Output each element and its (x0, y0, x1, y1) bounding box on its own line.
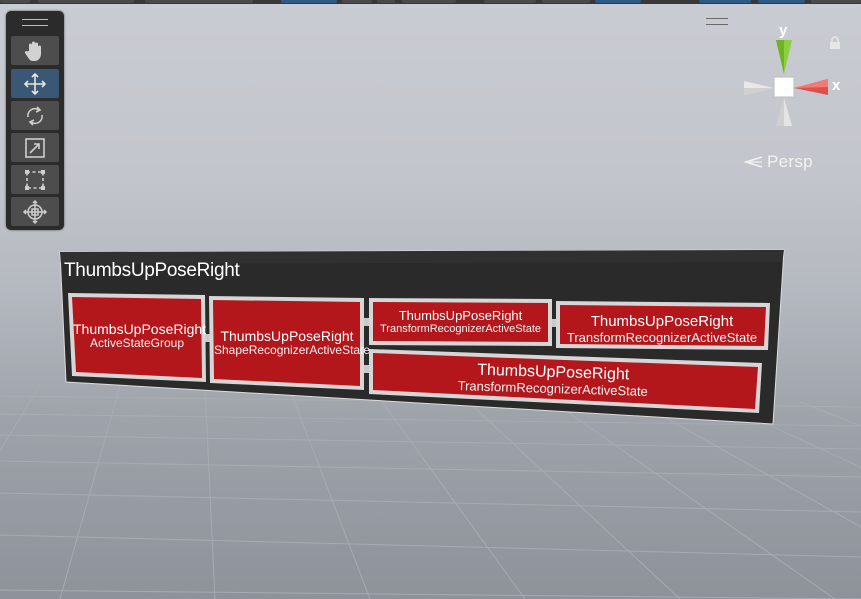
rect-tool-icon (25, 169, 45, 190)
card-title: ThumbsUpPoseRight (398, 308, 523, 323)
card-subtitle: TransformRecognizerActiveState (566, 329, 758, 345)
projection-toggle[interactable]: Persp (744, 152, 813, 172)
scene-viewport[interactable]: ThumbsUpPoseRight ThumbsUpPoseRight Acti… (0, 0, 861, 599)
orientation-gizmo[interactable]: y x Persp (706, 18, 848, 174)
gizmo-menu-icon[interactable] (706, 18, 728, 25)
transform-tool-button[interactable] (11, 197, 59, 226)
scale-tool-icon (25, 137, 45, 158)
card-title: ThumbsUpPoseRight (73, 321, 207, 337)
card-title: ThumbsUpPoseRight (590, 313, 734, 330)
card-subtitle: TransformRecognizerActiveState (380, 323, 541, 336)
rotate-tool-icon (27, 105, 43, 126)
rect-tool-button[interactable] (11, 165, 59, 194)
rotate-tool-button[interactable] (11, 101, 59, 130)
card-label-transform-recognizer-2: ThumbsUpPoseRight TransformRecognizerAct… (560, 313, 764, 345)
gizmo-y-label: y (779, 22, 788, 39)
scale-tool-button[interactable] (11, 133, 59, 162)
hand-tool-icon (24, 41, 41, 61)
transform-tool-icon (22, 199, 48, 224)
hand-tool-button[interactable] (11, 36, 59, 65)
card-label-active-state-group: ThumbsUpPoseRight ActiveStateGroup (73, 321, 207, 351)
card-label-transform-recognizer-1: ThumbsUpPoseRight TransformRecognizerAct… (373, 308, 548, 336)
panel-title: ThumbsUpPoseRight (64, 260, 240, 281)
gizmo-x-label: x (832, 77, 841, 94)
projection-label: Persp (767, 152, 813, 171)
move-tool-icon (23, 72, 47, 95)
card-label-shape-recognizer: ThumbsUpPoseRight ShapeRecognizerActiveS… (214, 328, 371, 358)
card-title: ThumbsUpPoseRight (220, 328, 354, 344)
lock-icon[interactable] (828, 36, 842, 50)
tool-palette (6, 11, 64, 230)
move-tool-button[interactable] (11, 69, 59, 98)
palette-grip[interactable] (22, 19, 48, 26)
perspective-icon (744, 156, 763, 168)
card-subtitle: ActiveStateGroup (89, 336, 185, 351)
card-subtitle: ShapeRecognizerActiveState (214, 343, 371, 358)
